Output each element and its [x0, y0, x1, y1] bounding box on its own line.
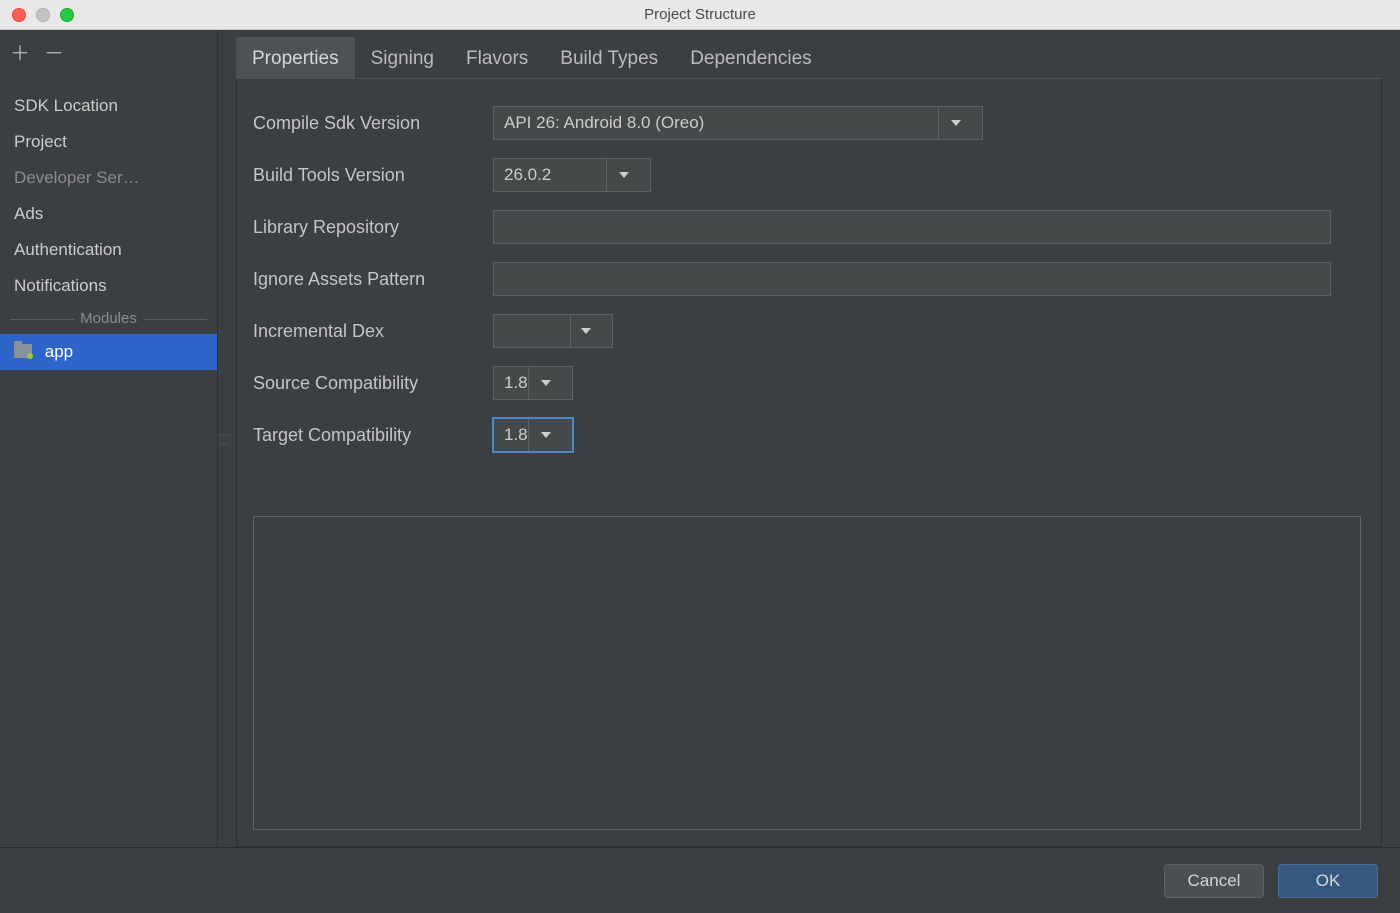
combo-incremental-dex[interactable]	[493, 314, 613, 348]
sidebar: ＋ － SDK Location Project Developer Ser… …	[0, 30, 218, 847]
label-build-tools: Build Tools Version	[253, 165, 493, 186]
sidebar-list: SDK Location Project Developer Ser… Ads …	[0, 88, 217, 847]
sidebar-item-app[interactable]: app	[0, 334, 217, 370]
ok-button[interactable]: OK	[1278, 864, 1378, 898]
footer: Cancel OK	[0, 847, 1400, 913]
sidebar-item-authentication[interactable]: Authentication	[0, 232, 217, 268]
chevron-down-icon	[570, 315, 602, 347]
main-area: ＋ － SDK Location Project Developer Ser… …	[0, 30, 1400, 847]
tab-properties[interactable]: Properties	[236, 37, 355, 78]
combo-value: 1.8	[504, 425, 528, 445]
tab-build-types[interactable]: Build Types	[544, 40, 674, 78]
chevron-down-icon	[938, 107, 972, 139]
row-target-compat: Target Compatibility 1.8	[253, 409, 1361, 461]
tab-content: Compile Sdk Version API 26: Android 8.0 …	[236, 78, 1382, 847]
chevron-down-icon	[528, 419, 562, 451]
input-library-repo[interactable]	[493, 210, 1331, 244]
sidebar-item-project[interactable]: Project	[0, 124, 217, 160]
row-incremental-dex: Incremental Dex	[253, 305, 1361, 357]
label-ignore-assets: Ignore Assets Pattern	[253, 269, 493, 290]
combo-value: 26.0.2	[504, 165, 606, 185]
zoom-window-button[interactable]	[60, 8, 74, 22]
row-ignore-assets: Ignore Assets Pattern	[253, 253, 1361, 305]
label-source-compat: Source Compatibility	[253, 373, 493, 394]
sidebar-item-label: app	[45, 342, 73, 361]
cancel-button[interactable]: Cancel	[1164, 864, 1264, 898]
label-incremental-dex: Incremental Dex	[253, 321, 493, 342]
sidebar-section-modules: Modules	[0, 304, 217, 334]
remove-icon[interactable]: －	[44, 44, 64, 64]
label-target-compat: Target Compatibility	[253, 425, 493, 446]
content: Properties Signing Flavors Build Types D…	[218, 30, 1400, 847]
row-source-compat: Source Compatibility 1.8	[253, 357, 1361, 409]
description-area	[253, 516, 1361, 830]
label-library-repo: Library Repository	[253, 217, 493, 238]
add-icon[interactable]: ＋	[10, 44, 30, 64]
sidebar-item-notifications[interactable]: Notifications	[0, 268, 217, 304]
sidebar-toolbar: ＋ －	[0, 40, 217, 78]
sidebar-section-developer-services: Developer Ser…	[0, 160, 217, 196]
chevron-down-icon	[528, 367, 562, 399]
close-window-button[interactable]	[12, 8, 26, 22]
combo-value: 1.8	[504, 373, 528, 393]
sidebar-section-modules-label: Modules	[80, 307, 137, 331]
combo-target-compat[interactable]: 1.8	[493, 418, 573, 452]
chevron-down-icon	[606, 159, 640, 191]
tab-flavors[interactable]: Flavors	[450, 40, 544, 78]
tab-dependencies[interactable]: Dependencies	[674, 40, 827, 78]
sidebar-item-ads[interactable]: Ads	[0, 196, 217, 232]
minimize-window-button[interactable]	[36, 8, 50, 22]
traffic-lights	[12, 8, 74, 22]
label-compile-sdk: Compile Sdk Version	[253, 113, 493, 134]
window-title: Project Structure	[0, 6, 1400, 23]
module-folder-icon	[14, 344, 32, 358]
tab-signing[interactable]: Signing	[355, 40, 450, 78]
row-build-tools: Build Tools Version 26.0.2	[253, 149, 1361, 201]
row-compile-sdk: Compile Sdk Version API 26: Android 8.0 …	[253, 97, 1361, 149]
input-ignore-assets[interactable]	[493, 262, 1331, 296]
combo-source-compat[interactable]: 1.8	[493, 366, 573, 400]
titlebar: Project Structure	[0, 0, 1400, 30]
sidebar-item-sdk-location[interactable]: SDK Location	[0, 88, 217, 124]
combo-value: API 26: Android 8.0 (Oreo)	[504, 113, 938, 133]
splitter-handle[interactable]: ⋮⋮	[218, 430, 229, 448]
row-library-repo: Library Repository	[253, 201, 1361, 253]
combo-compile-sdk[interactable]: API 26: Android 8.0 (Oreo)	[493, 106, 983, 140]
combo-build-tools[interactable]: 26.0.2	[493, 158, 651, 192]
tab-row: Properties Signing Flavors Build Types D…	[236, 30, 1382, 78]
